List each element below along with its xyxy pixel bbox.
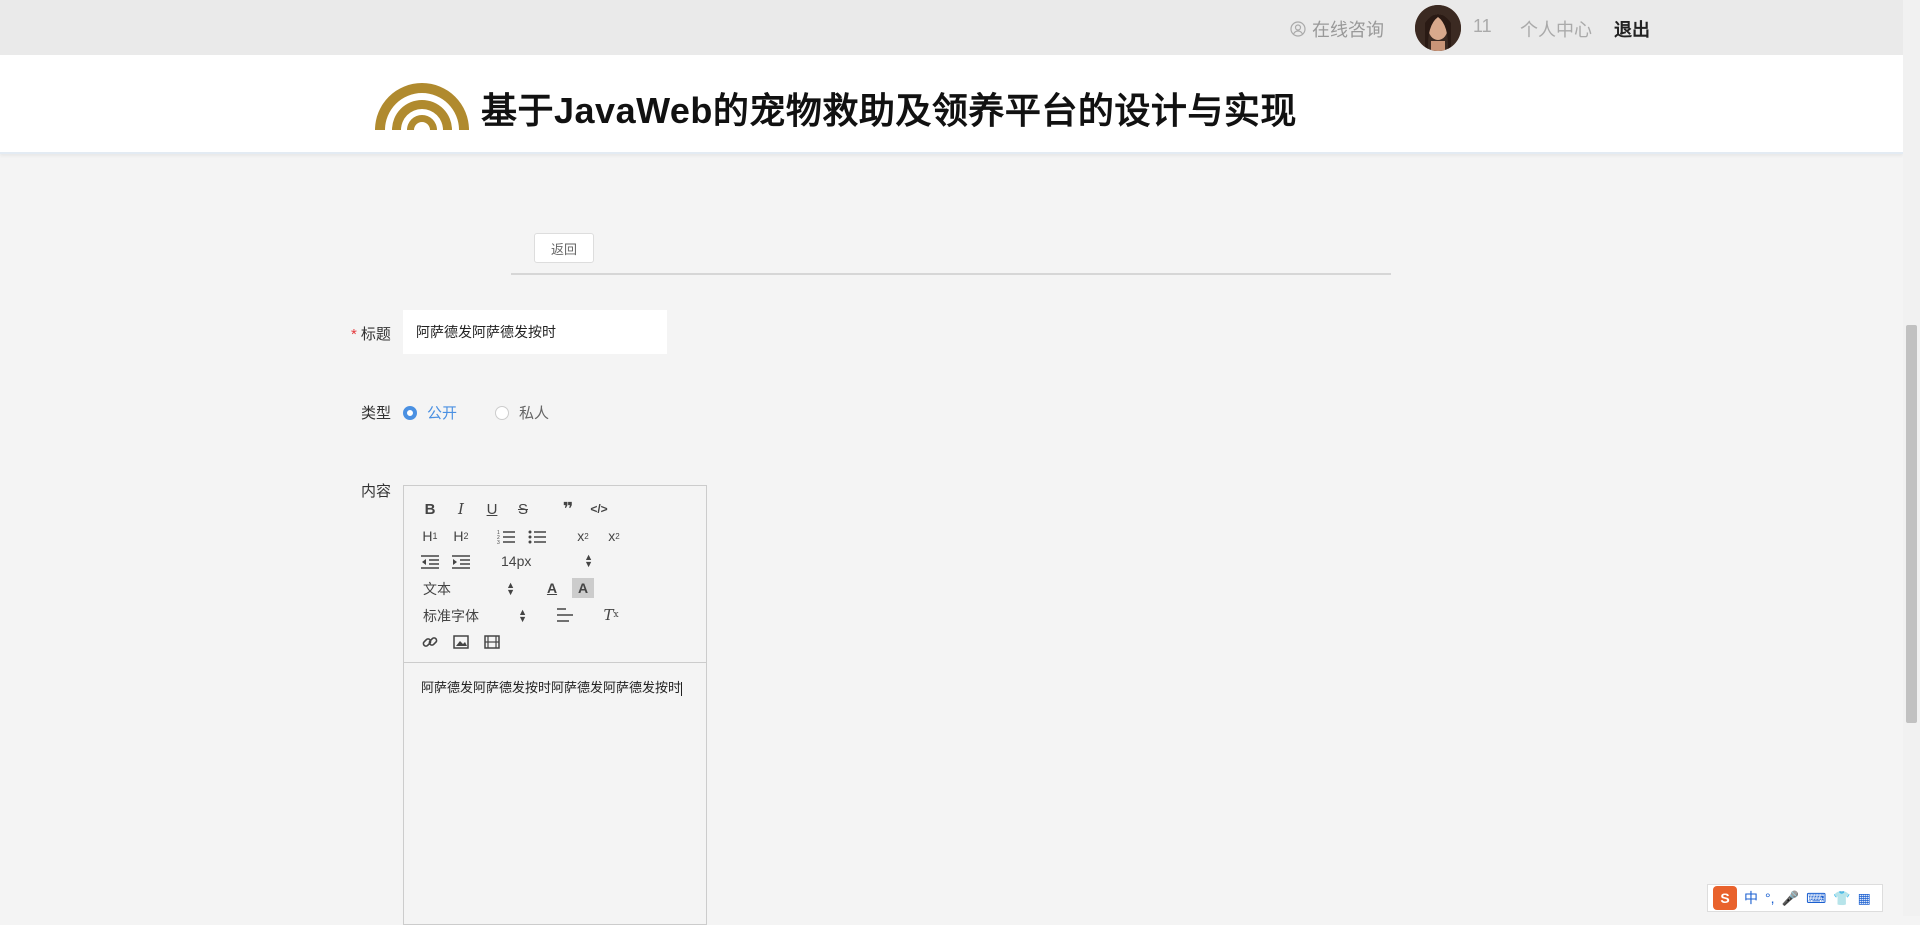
bold-button[interactable]: B bbox=[419, 499, 441, 519]
image-icon bbox=[453, 635, 469, 649]
avatar[interactable] bbox=[1415, 5, 1461, 51]
outdent-button[interactable] bbox=[419, 552, 441, 572]
editor-content[interactable]: 阿萨德发阿萨德发按时阿萨德发阿萨德发按时 bbox=[421, 678, 691, 698]
page-scrollbar[interactable] bbox=[1903, 0, 1920, 916]
radio-private-label: 私人 bbox=[519, 405, 550, 422]
underline-button[interactable]: U bbox=[481, 499, 503, 519]
radio-public[interactable]: 公开 bbox=[403, 402, 457, 423]
username[interactable]: 11 bbox=[1473, 16, 1492, 37]
font-size-picker[interactable]: 14px ▲ ▼ bbox=[501, 552, 593, 570]
header-picker[interactable]: 文本 ▲ ▼ bbox=[423, 579, 515, 599]
blockquote-button[interactable]: ❞ bbox=[557, 499, 579, 519]
h1-button[interactable]: H1 bbox=[419, 526, 441, 546]
video-icon bbox=[484, 635, 500, 649]
editor-toolbar: B I U S ❞ </> H1 H2 123 x2 x2 14px ▲ ▼ 文本… bbox=[404, 486, 706, 663]
avatar-image bbox=[1415, 5, 1461, 51]
ime-toolbar[interactable]: S 中 °, 🎤 ⌨ 👕 ▦ bbox=[1707, 884, 1883, 912]
picker-arrows-icon: ▲ ▼ bbox=[518, 607, 527, 624]
superscript-button[interactable]: x2 bbox=[603, 526, 625, 546]
scrollbar-thumb[interactable] bbox=[1906, 325, 1917, 723]
title-label-text: 标题 bbox=[360, 326, 391, 343]
site-title: 基于JavaWeb的宠物救助及领养平台的设计与实现 bbox=[481, 90, 1297, 131]
align-left-icon bbox=[557, 608, 573, 622]
outdent-icon bbox=[421, 555, 439, 569]
h2-button[interactable]: H2 bbox=[450, 526, 472, 546]
bullet-list-icon bbox=[528, 530, 546, 544]
bullet-list-button[interactable] bbox=[526, 526, 548, 546]
top-bar: 在线咨询 11 个人中心 退出 bbox=[0, 0, 1903, 55]
link-icon bbox=[422, 637, 438, 647]
text-caret bbox=[681, 681, 683, 696]
svg-text:3: 3 bbox=[497, 540, 500, 544]
picker-arrows-icon: ▲ ▼ bbox=[584, 552, 593, 569]
subscript-button[interactable]: x2 bbox=[572, 526, 594, 546]
italic-button[interactable]: I bbox=[450, 499, 472, 519]
divider bbox=[511, 273, 1391, 275]
background-color-button[interactable]: A bbox=[572, 578, 594, 598]
code-block-button[interactable]: </> bbox=[588, 499, 610, 519]
rich-text-editor: B I U S ❞ </> H1 H2 123 x2 x2 14px ▲ ▼ 文本… bbox=[403, 485, 707, 925]
ordered-list-icon: 123 bbox=[497, 530, 515, 544]
content-label: 内容 bbox=[361, 483, 392, 500]
microphone-icon[interactable]: 🎤 bbox=[1782, 890, 1799, 907]
font-size-value: 14px bbox=[501, 553, 532, 569]
sogou-logo-icon: S bbox=[1713, 886, 1737, 910]
indent-button[interactable] bbox=[450, 552, 472, 572]
keyboard-icon[interactable]: ⌨ bbox=[1806, 890, 1826, 907]
user-center-link[interactable]: 个人中心 bbox=[1520, 16, 1592, 42]
title-label: * 标题 bbox=[351, 323, 391, 344]
type-label: 类型 bbox=[361, 405, 392, 422]
video-button[interactable] bbox=[481, 632, 503, 652]
radio-private-dot[interactable] bbox=[495, 405, 509, 420]
online-consult-link[interactable]: 在线咨询 bbox=[1290, 16, 1384, 42]
link-button[interactable] bbox=[419, 632, 441, 652]
required-asterisk: * bbox=[351, 326, 357, 343]
text-color-button[interactable]: A bbox=[541, 578, 563, 598]
strike-button[interactable]: S bbox=[512, 499, 534, 519]
picker-arrows-icon: ▲ ▼ bbox=[506, 580, 515, 597]
ordered-list-button[interactable]: 123 bbox=[495, 526, 517, 546]
align-button[interactable] bbox=[554, 605, 576, 625]
image-button[interactable] bbox=[450, 632, 472, 652]
apps-grid-icon[interactable]: ▦ bbox=[1858, 890, 1871, 907]
font-family-picker[interactable]: 标准字体 ▲ ▼ bbox=[423, 606, 527, 626]
indent-icon bbox=[452, 555, 470, 569]
site-header: 基于JavaWeb的宠物救助及领养平台的设计与实现 bbox=[0, 55, 1903, 154]
skin-icon[interactable]: 👕 bbox=[1833, 890, 1850, 907]
title-input[interactable]: 阿萨德发阿萨德发按时 bbox=[403, 310, 667, 354]
header-value: 文本 bbox=[423, 581, 451, 597]
radio-public-label: 公开 bbox=[427, 405, 458, 422]
radio-public-dot[interactable] bbox=[403, 405, 417, 420]
radio-private[interactable]: 私人 bbox=[495, 402, 549, 423]
online-consult-label: 在线咨询 bbox=[1312, 20, 1384, 40]
clear-format-button[interactable]: Tx bbox=[600, 605, 622, 625]
font-family-value: 标准字体 bbox=[423, 608, 479, 624]
punctuation-icon[interactable]: °, bbox=[1765, 890, 1775, 906]
back-button[interactable]: 返回 bbox=[534, 233, 594, 263]
site-logo bbox=[375, 83, 469, 130]
ime-lang-toggle[interactable]: 中 bbox=[1744, 888, 1758, 908]
logout-link[interactable]: 退出 bbox=[1614, 16, 1650, 42]
editor-text: 阿萨德发阿萨德发按时阿萨德发阿萨德发按时 bbox=[421, 680, 682, 695]
user-circle-icon bbox=[1290, 21, 1306, 37]
